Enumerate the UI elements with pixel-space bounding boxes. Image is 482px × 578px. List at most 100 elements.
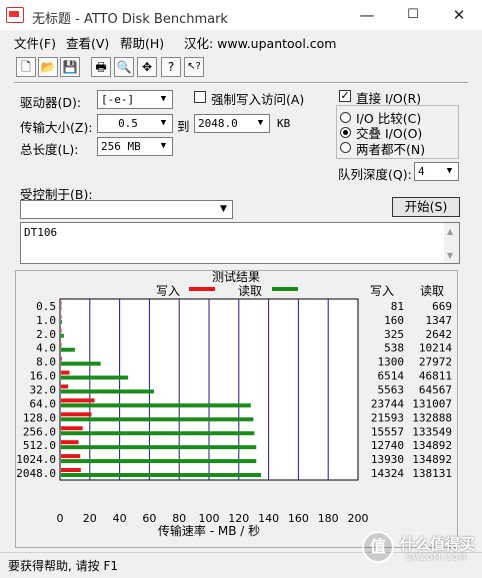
menu-file[interactable]: 文件(F) — [14, 33, 56, 52]
bar-write — [61, 468, 81, 473]
y-tick-label: 1024.0 — [16, 453, 56, 466]
queue-depth-select[interactable]: 4 ▼ — [414, 162, 459, 181]
x-tick-label: 140 — [258, 512, 279, 525]
y-tick-label: 1.0 — [36, 314, 56, 327]
window-title: 无标题 - ATTO Disk Benchmark — [32, 12, 228, 27]
toolbar-divider — [14, 82, 468, 84]
maximize-button[interactable]: ☐ — [390, 0, 436, 30]
menu-help[interactable]: 帮助(H) — [120, 33, 164, 52]
read-value: 131007 — [412, 397, 452, 410]
read-value: 138131 — [412, 467, 452, 480]
watermark-sub: SMZDM.COM — [406, 553, 467, 562]
x-tick-label: 160 — [288, 512, 309, 525]
context-help-icon[interactable]: ↖? — [184, 57, 204, 77]
chevron-down-icon: ▼ — [257, 118, 264, 128]
read-value: 133549 — [412, 425, 452, 438]
bar-read — [61, 473, 261, 478]
bar-write — [61, 440, 79, 445]
read-value: 64567 — [419, 384, 452, 397]
write-value: 21593 — [371, 411, 404, 424]
unit-kb-label: KB — [277, 117, 291, 130]
description-text: DT106 — [24, 226, 58, 239]
y-tick-label: 2048.0 — [16, 467, 56, 480]
description-scrollbar[interactable]: ▲ ▼ — [444, 223, 459, 263]
y-tick-label: 128.0 — [23, 411, 56, 424]
write-value: 23744 — [371, 397, 404, 410]
print-icon[interactable]: 🖶 — [91, 57, 111, 77]
read-value: 1347 — [426, 314, 453, 327]
menu-bar: 文件(F) 查看(V) 帮助(H) 汉化: www.upantool.com — [0, 30, 482, 52]
new-file-icon[interactable]: 🗋 — [16, 57, 36, 77]
x-tick-label: 200 — [348, 512, 369, 525]
write-value: 160 — [384, 314, 404, 327]
minimize-button[interactable]: — — [344, 0, 390, 30]
total-length-label: 总长度(L): — [20, 142, 79, 157]
bar-write — [61, 398, 95, 403]
legend-read-label: 读取 — [238, 284, 262, 298]
bar-write — [61, 412, 92, 417]
open-folder-icon[interactable]: 📂 — [38, 57, 58, 77]
transfer-from-value: 0.5 — [118, 117, 138, 130]
transfer-to-value: 2048.0 — [198, 117, 238, 130]
x-tick-label: 180 — [318, 512, 339, 525]
chevron-down-icon: ▼ — [446, 166, 453, 176]
write-value: 1300 — [378, 356, 405, 369]
queue-depth-label: 队列深度(Q): — [338, 167, 412, 182]
read-value: 27972 — [419, 356, 452, 369]
queue-depth-value: 4 — [418, 165, 425, 178]
transfer-from-select[interactable]: 0.5 ▼ — [97, 114, 173, 133]
bar-read — [61, 305, 62, 310]
neither-io-radio[interactable] — [340, 142, 351, 153]
force-write-checkbox[interactable] — [194, 91, 206, 103]
col-header-read: 读取 — [420, 284, 444, 298]
help-icon[interactable]: ? — [161, 57, 181, 77]
chevron-down-icon: ▼ — [220, 204, 227, 214]
controlled-by-select[interactable]: ▼ — [20, 200, 233, 219]
read-value: 10214 — [419, 342, 452, 355]
scroll-down-icon: ▼ — [447, 251, 454, 260]
bar-read — [61, 431, 255, 436]
overlap-io-radio[interactable] — [340, 127, 351, 138]
y-tick-label: 4.0 — [36, 342, 56, 355]
start-button[interactable]: 开始(S) — [392, 197, 460, 217]
description-textarea[interactable]: DT106 ▲ ▼ — [20, 222, 460, 264]
drive-select[interactable]: [-e-] ▼ — [97, 90, 173, 109]
force-write-label: 强制写入访问(A) — [211, 92, 305, 107]
io-compare-radio[interactable] — [340, 112, 351, 123]
bar-read — [61, 319, 62, 324]
write-value: 14324 — [371, 467, 404, 480]
close-button[interactable]: ✕ — [436, 0, 482, 30]
read-value: 669 — [432, 300, 452, 313]
menu-view[interactable]: 查看(V) — [66, 33, 109, 52]
write-value: 6514 — [378, 370, 405, 383]
scroll-up-icon: ▲ — [447, 227, 454, 236]
y-tick-label: 2.0 — [36, 328, 56, 341]
print-preview-icon[interactable]: 🔍 — [114, 57, 134, 77]
transfer-to-select[interactable]: 2048.0 ▼ — [194, 114, 270, 133]
watermark-text: 什么值得买 — [400, 535, 476, 553]
bar-write — [61, 426, 83, 431]
y-tick-label: 64.0 — [30, 397, 57, 410]
legend-read-swatch — [272, 287, 298, 291]
x-tick-label: 60 — [142, 512, 156, 525]
watermark-logo: 值 — [362, 531, 394, 563]
read-value: 2642 — [426, 328, 453, 341]
bar-read — [61, 459, 257, 464]
write-value: 15557 — [371, 425, 404, 438]
total-length-select[interactable]: 256 MB ▼ — [97, 137, 173, 156]
bar-read — [61, 361, 101, 366]
save-icon[interactable]: 💾 — [60, 57, 80, 77]
x-tick-label: 40 — [113, 512, 127, 525]
move-icon[interactable]: ✥ — [137, 57, 157, 77]
y-tick-label: 8.0 — [36, 356, 56, 369]
legend-write-label: 写入 — [156, 284, 180, 298]
app-icon — [6, 7, 24, 23]
menu-localized-by[interactable]: 汉化: www.upantool.com — [184, 33, 336, 52]
drive-label: 驱动器(D): — [20, 95, 82, 110]
title-bar: 无标题 - ATTO Disk Benchmark — ☐ ✕ — [0, 0, 482, 31]
write-value: 13930 — [371, 453, 404, 466]
read-value: 132888 — [412, 411, 452, 424]
write-value: 81 — [391, 300, 404, 313]
write-value: 12740 — [371, 439, 404, 452]
direct-io-checkbox[interactable]: ✓ — [339, 90, 351, 102]
